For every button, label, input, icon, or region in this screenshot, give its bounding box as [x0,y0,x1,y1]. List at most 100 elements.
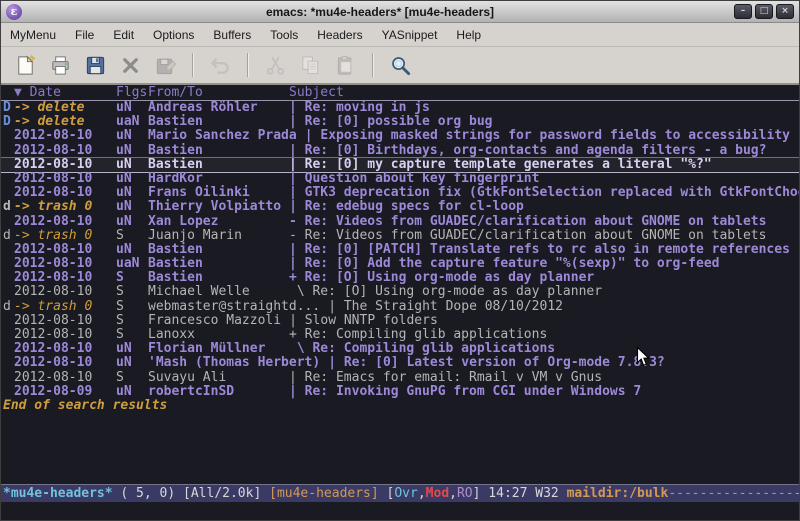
message-date: 2012-08-10 [14,328,116,342]
modeline-segment: maildir:/bulk [567,486,669,501]
column-header-subject[interactable]: Subject [289,86,799,100]
message-date: -> delete [14,115,116,129]
column-header-date[interactable]: ▼ Date [14,86,116,100]
message-from: Frans Oilinki [148,186,289,200]
mu4e-headers-buffer[interactable]: ▼ Date Flgs From/To Subject D-> deleteuN… [1,85,799,484]
message-marker: D [1,115,14,129]
message-subject: \ Re: Compiling glib applications [289,342,799,356]
message-subject: | The Straight Dope 08/10/2012 [328,300,799,314]
mode-line: *mu4e-headers* ( 5, 0) [All/2.0k] [mu4e-… [1,484,799,502]
message-row[interactable]: 2012-08-10SMichael Welle \ Re: [O] Using… [1,285,799,299]
column-header-flags[interactable]: Flgs [116,86,148,100]
column-header-from[interactable]: From/To [148,86,289,100]
message-marker [1,356,14,370]
message-date: 2012-08-10 [14,314,116,328]
message-from: webmaster@straightd... [148,300,328,314]
close-button[interactable]: × [776,4,794,19]
message-subject: | Re: [0] possible org bug [289,115,799,129]
message-list: D-> deleteuNAndreas Röhler| Re: moving i… [1,101,799,399]
toolbar-new-file-button[interactable] [8,50,43,80]
message-date: 2012-08-10 [14,215,116,229]
message-marker [1,144,14,158]
message-row[interactable]: 2012-08-10uNBastien| Re: [0] [PATCH] Tra… [1,243,799,257]
modeline-segment: Mod [426,486,449,501]
message-row[interactable]: d-> trash 0SJuanjo Marin- Re: Videos fro… [1,229,799,243]
message-flags: uN [116,144,148,158]
message-row[interactable]: 2012-08-10uNMario Sanchez Prada| Exposin… [1,129,799,143]
message-row[interactable]: 2012-08-10uNFlorian Müllner \ Re: Compil… [1,342,799,356]
modeline-segment: , [418,486,426,501]
message-row[interactable]: 2012-08-10uNBastien| Re: [0] my capture … [1,158,799,172]
message-from: Xan Lopez [148,215,289,229]
menu-item-help[interactable]: Help [456,28,481,42]
toolbar-close-button[interactable] [113,50,148,80]
message-marker [1,371,14,385]
modeline-segment: ( 5, 0) [All/2.0k] [113,486,270,501]
message-date: -> trash 0 [14,200,116,214]
maximize-button[interactable]: □ [755,4,773,19]
message-subject: | Re: Emacs for email: Rmail v VM v Gnus [289,371,799,385]
message-date: 2012-08-09 [14,385,116,399]
message-row[interactable]: 2012-08-10uNXan Lopez- Re: Videos from G… [1,215,799,229]
message-row[interactable]: d-> trash 0uNThierry Volpiatto| Re: edeb… [1,200,799,214]
message-date: 2012-08-10 [14,129,116,143]
message-marker [1,328,14,342]
message-row[interactable]: 2012-08-10uNHardKor| Question about key … [1,172,799,186]
message-row[interactable]: 2012-08-10uNFrans Oilinki| GTK3 deprecat… [1,186,799,200]
emacs-window: ε emacs: *mu4e-headers* [mu4e-headers] –… [0,0,800,521]
message-date: 2012-08-10 [14,356,116,370]
menu-item-file[interactable]: File [75,28,94,42]
message-from: Bastien [148,271,289,285]
toolbar-separator [247,53,249,77]
message-row[interactable]: 2012-08-09uNrobertcInSD| Re: Invoking Gn… [1,385,799,399]
menu-item-mymenu[interactable]: MyMenu [10,28,56,42]
message-date: 2012-08-10 [14,371,116,385]
toolbar-print-button[interactable] [43,50,78,80]
menu-item-headers[interactable]: Headers [317,28,362,42]
message-row[interactable]: 2012-08-10SBastien+ Re: [O] Using org-mo… [1,271,799,285]
message-date: 2012-08-10 [14,144,116,158]
message-row[interactable]: 2012-08-10SFrancesco Mazzoli| Slow NNTP … [1,314,799,328]
toolbar-save-as-button [148,50,183,80]
message-row[interactable]: 2012-08-10SLanoxx+ Re: Compiling glib ap… [1,328,799,342]
message-row[interactable]: 2012-08-10uaNBastien| Re: [0] Add the ca… [1,257,799,271]
menu-item-tools[interactable]: Tools [270,28,298,42]
menu-item-buffers[interactable]: Buffers [213,28,251,42]
message-subject: | Exposing masked strings for password f… [305,129,799,143]
message-row[interactable]: 2012-08-10SSuvayu Ali| Re: Emacs for ema… [1,371,799,385]
message-from: robertcInSD [148,385,289,399]
toolbar-save-button[interactable] [78,50,113,80]
title-bar[interactable]: ε emacs: *mu4e-headers* [mu4e-headers] –… [1,1,799,23]
message-flags: uaN [116,257,148,271]
minimize-button[interactable]: – [734,4,752,19]
menu-item-yasnippet[interactable]: YASnippet [382,28,438,42]
message-row[interactable]: 2012-08-10uNBastien| Re: [0] Birthdays, … [1,144,799,158]
toolbar-separator [372,53,374,77]
message-row[interactable]: 2012-08-10uN'Mash (Thomas Herbert)| Re: … [1,356,799,370]
modeline-segment: 14:27 W32 [488,486,566,501]
message-from: Mario Sanchez Prada [148,129,305,143]
message-marker [1,385,14,399]
message-flags: uaN [116,115,148,129]
message-marker: d [1,300,14,314]
message-marker [1,257,14,271]
toolbar-undo-button [203,50,238,80]
message-subject: | Re: [0] [PATCH] Translate refs to rc a… [289,243,799,257]
message-row[interactable]: d-> trash 0Swebmaster@straightd...| The … [1,300,799,314]
message-marker [1,314,14,328]
message-date: 2012-08-10 [14,243,116,257]
message-from: Florian Müllner [148,342,289,356]
message-row[interactable]: D-> deleteuaNBastien| Re: [0] possible o… [1,115,799,129]
menu-item-edit[interactable]: Edit [113,28,134,42]
toolbar-search-button[interactable] [383,50,418,80]
message-marker [1,186,14,200]
message-subject: | Re: moving in js [289,101,799,115]
message-from: Suvayu Ali [148,371,289,385]
message-flags: S [116,328,148,342]
window-buttons: –□× [734,4,794,19]
message-row[interactable]: D-> deleteuNAndreas Röhler| Re: moving i… [1,101,799,115]
message-flags: S [116,314,148,328]
message-from: HardKor [148,172,289,186]
menu-item-options[interactable]: Options [153,28,194,42]
message-date: 2012-08-10 [14,172,116,186]
